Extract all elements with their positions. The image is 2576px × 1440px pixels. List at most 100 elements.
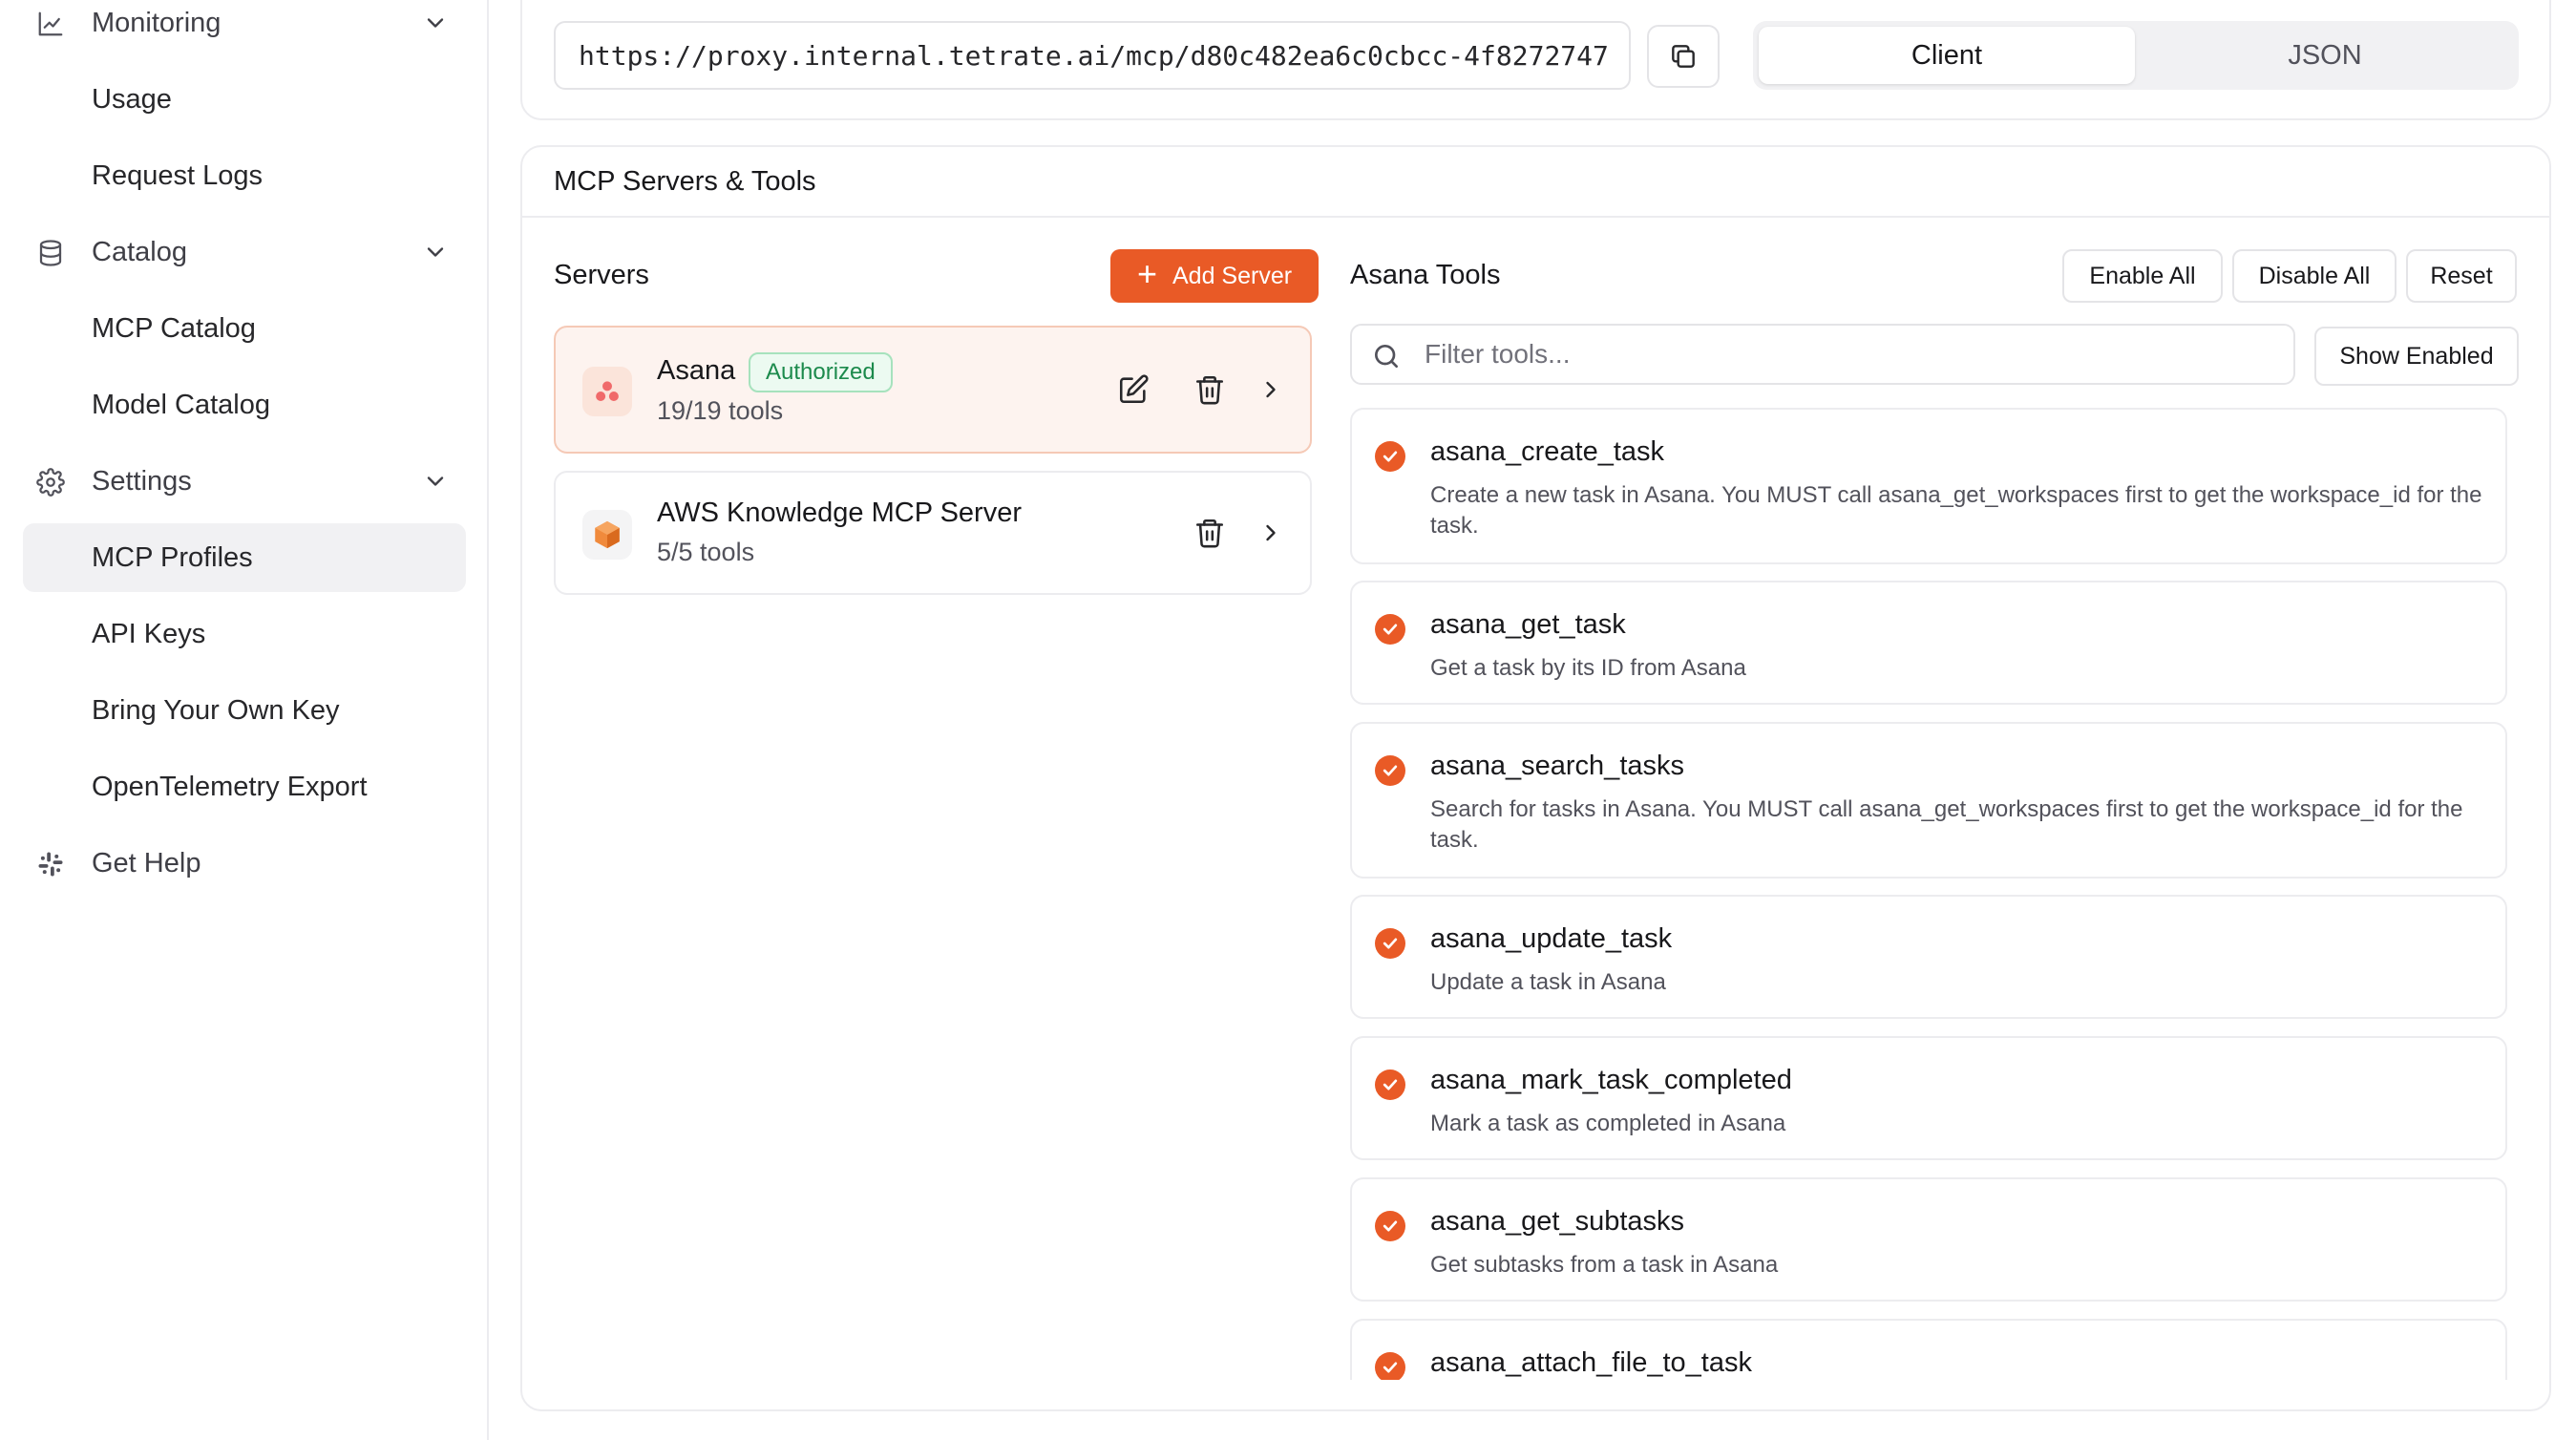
chevron-down-icon bbox=[427, 476, 444, 486]
tool-name: asana_mark_task_completed bbox=[1430, 1065, 1792, 1095]
check-icon bbox=[1383, 938, 1398, 949]
tool-card: asana_get_task Get a task by its ID from… bbox=[1350, 581, 2507, 705]
sidebar-item-catalog[interactable]: Catalog bbox=[23, 218, 466, 286]
tool-card: asana_update_task Update a task in Asana bbox=[1350, 895, 2507, 1019]
sidebar-item-label: Usage bbox=[92, 83, 172, 115]
tool-name: asana_get_subtasks bbox=[1430, 1206, 1685, 1237]
add-server-label: Add Server bbox=[1172, 262, 1293, 289]
edit-icon bbox=[1119, 374, 1149, 404]
tool-enabled-checkbox[interactable] bbox=[1375, 928, 1405, 959]
tools-title: Asana Tools bbox=[1350, 260, 1501, 290]
tool-enabled-checkbox[interactable] bbox=[1375, 1352, 1405, 1380]
tool-enabled-checkbox[interactable] bbox=[1375, 441, 1405, 472]
reset-button[interactable]: Reset bbox=[2406, 249, 2517, 303]
edit-server-button[interactable] bbox=[1114, 371, 1152, 409]
add-server-button[interactable]: + Add Server bbox=[1110, 249, 1319, 303]
sidebar-item-settings[interactable]: Settings bbox=[23, 447, 466, 516]
tool-description: Mark a task as completed in Asana bbox=[1430, 1111, 1786, 1136]
sidebar-item-label: Monitoring bbox=[92, 7, 222, 38]
tool-enabled-checkbox[interactable] bbox=[1375, 1069, 1405, 1100]
sidebar-item-label: Request Logs bbox=[92, 159, 263, 191]
section-title: MCP Servers & Tools bbox=[554, 166, 816, 197]
tool-card: asana_mark_task_completed Mark a task as… bbox=[1350, 1036, 2507, 1160]
sidebar-item-label: MCP Catalog bbox=[92, 312, 256, 344]
search-icon bbox=[1375, 345, 1398, 368]
check-icon bbox=[1383, 624, 1398, 635]
asana-logo bbox=[582, 367, 632, 416]
tab-client[interactable]: Client bbox=[1759, 27, 2135, 84]
section-divider bbox=[522, 216, 2549, 218]
database-icon bbox=[36, 239, 65, 267]
show-enabled-button[interactable]: Show Enabled bbox=[2314, 327, 2519, 386]
trash-icon bbox=[1195, 375, 1224, 405]
sidebar-item-model-catalog[interactable]: Model Catalog bbox=[23, 371, 466, 439]
sidebar-item-label: Bring Your Own Key bbox=[92, 694, 340, 726]
tab-json[interactable]: JSON bbox=[2137, 27, 2513, 84]
chevron-right-icon bbox=[1266, 524, 1276, 541]
delete-server-button[interactable] bbox=[1191, 371, 1229, 409]
copy-url-button[interactable] bbox=[1647, 25, 1720, 88]
sidebar-item-label: Get Help bbox=[92, 847, 201, 879]
sidebar-item-get-help[interactable]: Get Help bbox=[23, 829, 466, 898]
sidebar-item-api-keys[interactable]: API Keys bbox=[23, 600, 466, 668]
sidebar-item-usage[interactable]: Usage bbox=[23, 65, 466, 134]
gear-icon bbox=[36, 468, 65, 497]
tool-description: Get a task by its ID from Asana bbox=[1430, 655, 1746, 681]
tool-card: asana_create_task Create a new task in A… bbox=[1350, 408, 2507, 564]
config-format-toggle: Client JSON bbox=[1753, 21, 2519, 90]
check-icon bbox=[1383, 1220, 1398, 1232]
tool-enabled-checkbox[interactable] bbox=[1375, 755, 1405, 786]
status-badge: Authorized bbox=[749, 352, 893, 392]
server-tool-count: 19/19 tools bbox=[657, 396, 784, 425]
tool-name: asana_attach_file_to_task bbox=[1430, 1347, 1752, 1378]
open-server-button[interactable] bbox=[1252, 371, 1290, 409]
check-icon bbox=[1383, 451, 1398, 462]
plus-icon: + bbox=[1136, 254, 1157, 293]
chevron-right-icon bbox=[1266, 381, 1276, 398]
sidebar: Monitoring Usage Request Logs Catalog MC… bbox=[0, 0, 489, 1440]
filter-tools-field bbox=[1350, 324, 2295, 385]
tool-description: Get subtasks from a task in Asana bbox=[1430, 1252, 1779, 1278]
sidebar-item-mcp-profiles[interactable]: MCP Profiles bbox=[23, 523, 466, 592]
chart-icon bbox=[36, 10, 65, 38]
copy-icon bbox=[1672, 45, 1695, 68]
check-icon bbox=[1383, 1079, 1398, 1091]
tool-card: asana_get_subtasks Get subtasks from a t… bbox=[1350, 1177, 2507, 1302]
tool-list: asana_create_task Create a new task in A… bbox=[1350, 408, 2513, 1380]
chevron-down-icon bbox=[427, 247, 444, 257]
sidebar-item-mcp-catalog[interactable]: MCP Catalog bbox=[23, 294, 466, 363]
sidebar-item-monitoring[interactable]: Monitoring bbox=[23, 0, 466, 57]
open-server-button[interactable] bbox=[1252, 514, 1290, 552]
tool-name: asana_create_task bbox=[1430, 436, 1665, 467]
endpoint-url-field[interactable]: https://proxy.internal.tetrate.ai/mcp/d8… bbox=[554, 21, 1631, 90]
sidebar-item-label: OpenTelemetry Export bbox=[92, 771, 368, 802]
tool-description: Create a new task in Asana. You MUST cal… bbox=[1430, 482, 2482, 539]
tool-name: asana_get_task bbox=[1430, 609, 1626, 640]
enable-all-button[interactable]: Enable All bbox=[2062, 249, 2223, 303]
aws-cube-logo bbox=[582, 510, 632, 560]
server-tool-count: 5/5 tools bbox=[657, 538, 755, 566]
tool-description: Update a task in Asana bbox=[1430, 969, 1666, 995]
slack-icon bbox=[36, 850, 65, 879]
server-name: Asana bbox=[657, 355, 736, 386]
tool-name: asana_search_tasks bbox=[1430, 751, 1684, 781]
disable-all-button[interactable]: Disable All bbox=[2232, 249, 2397, 303]
trash-icon bbox=[1195, 519, 1224, 548]
delete-server-button[interactable] bbox=[1191, 514, 1229, 552]
tool-enabled-checkbox[interactable] bbox=[1375, 614, 1405, 645]
sidebar-item-bring-your-own-key[interactable]: Bring Your Own Key bbox=[23, 676, 466, 745]
tool-description: Search for tasks in Asana. You MUST call… bbox=[1430, 796, 2463, 853]
filter-tools-input[interactable] bbox=[1425, 335, 2265, 373]
sidebar-item-request-logs[interactable]: Request Logs bbox=[23, 141, 466, 210]
sidebar-item-opentelemetry-export[interactable]: OpenTelemetry Export bbox=[23, 752, 466, 821]
chevron-down-icon bbox=[427, 18, 444, 28]
check-icon bbox=[1383, 765, 1398, 776]
sidebar-item-label: Catalog bbox=[92, 236, 187, 267]
servers-title: Servers bbox=[554, 260, 649, 290]
sidebar-item-label: API Keys bbox=[92, 618, 206, 649]
sidebar-item-label: Settings bbox=[92, 465, 192, 497]
tool-enabled-checkbox[interactable] bbox=[1375, 1211, 1405, 1241]
sidebar-item-label: Model Catalog bbox=[92, 389, 270, 420]
sidebar-item-label: MCP Profiles bbox=[92, 541, 253, 573]
tool-card: asana_attach_file_to_task bbox=[1350, 1319, 2507, 1380]
